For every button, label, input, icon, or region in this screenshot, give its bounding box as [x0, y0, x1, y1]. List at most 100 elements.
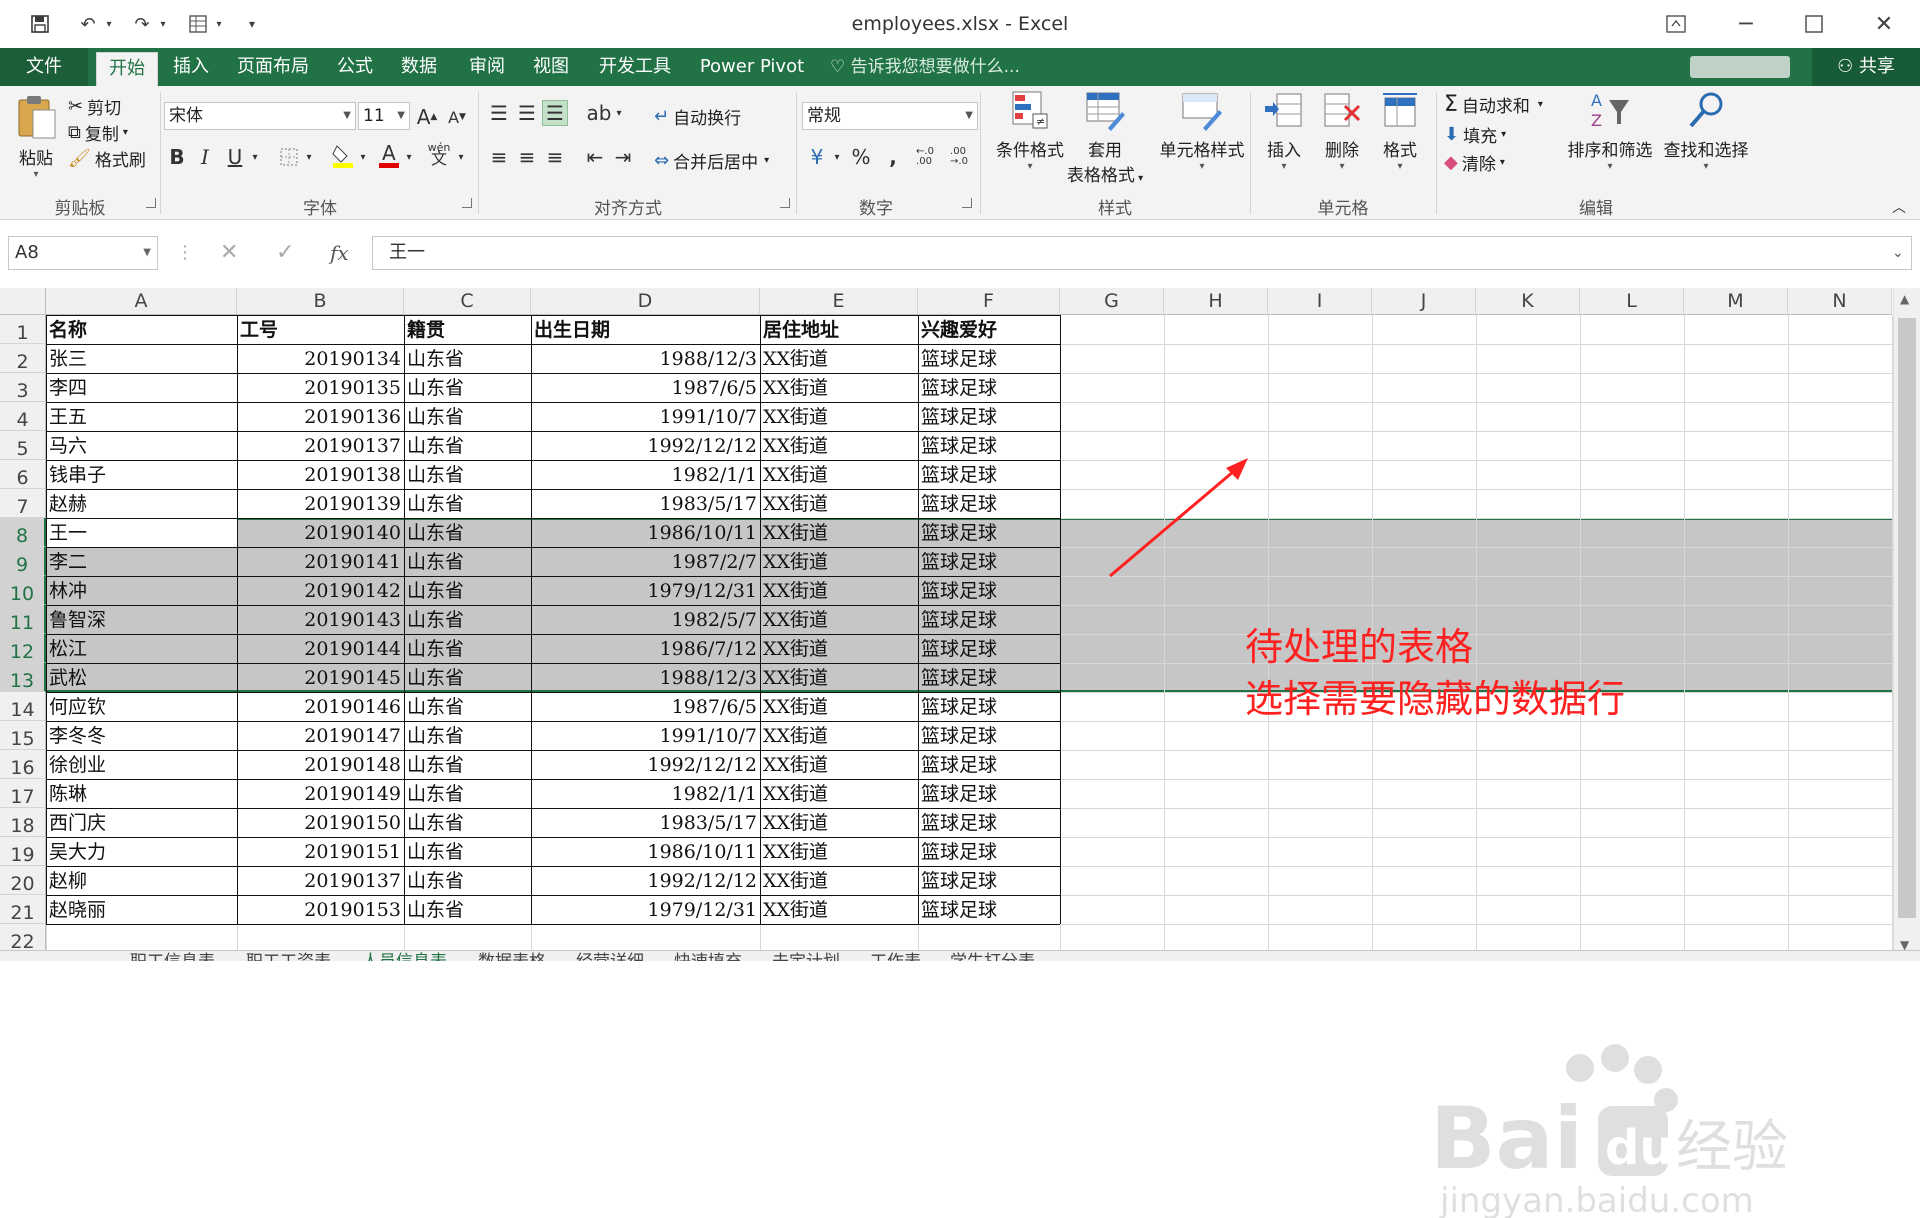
row-header-16[interactable]: 16 [0, 750, 46, 779]
table-cell[interactable]: 篮球足球 [918, 489, 1060, 518]
table-cell[interactable]: 1979/12/31 [531, 895, 760, 924]
table-cell[interactable]: 山东省 [404, 431, 531, 460]
fill-color-icon[interactable] [330, 142, 356, 168]
tab-page-layout[interactable]: 页面布局 [230, 48, 316, 86]
table-cell[interactable]: 20190143 [237, 605, 404, 634]
sort-filter-button[interactable]: AZ 排序和筛选 ▾ [1562, 90, 1658, 172]
column-header-n[interactable]: N [1788, 288, 1892, 315]
table-cell[interactable]: 山东省 [404, 547, 531, 576]
scroll-up-icon[interactable]: ▲ [1900, 292, 1909, 306]
alignment-launcher-icon[interactable] [780, 198, 790, 208]
table-cell[interactable]: 篮球足球 [918, 460, 1060, 489]
font-color-dropdown-icon[interactable]: ▾ [402, 144, 416, 170]
clear-button[interactable]: ◆ 清除 ▾ [1444, 150, 1505, 175]
table-cell[interactable]: 1979/12/31 [531, 576, 760, 605]
row-header-3[interactable]: 3 [0, 373, 46, 402]
table-cell[interactable]: 篮球足球 [918, 431, 1060, 460]
row-header-1[interactable]: 1 [0, 315, 46, 344]
tab-home[interactable]: 开始 [96, 52, 158, 86]
table-cell[interactable]: 1991/10/7 [531, 402, 760, 431]
table-cell[interactable]: 李四 [46, 373, 237, 402]
increase-decimal-icon[interactable]: ←.0.00 [912, 144, 938, 170]
row-header-17[interactable]: 17 [0, 779, 46, 808]
table-cell[interactable]: 徐创业 [46, 750, 237, 779]
table-cell[interactable]: 20190137 [237, 866, 404, 895]
table-cell[interactable]: 1988/12/3 [531, 344, 760, 373]
currency-dropdown-icon[interactable]: ▾ [830, 144, 844, 170]
table-cell[interactable]: 20190139 [237, 489, 404, 518]
table-cell[interactable]: 1987/6/5 [531, 373, 760, 402]
table-cell[interactable]: XX街道 [760, 866, 918, 895]
table-cell[interactable]: XX街道 [760, 373, 918, 402]
table-cell[interactable]: 1992/12/12 [531, 431, 760, 460]
table-cell[interactable]: XX街道 [760, 460, 918, 489]
table-cell[interactable]: 1992/12/12 [531, 750, 760, 779]
row-header-21[interactable]: 21 [0, 895, 46, 924]
decrease-font-icon[interactable]: A ▼ [444, 104, 470, 130]
percent-button[interactable]: % [848, 144, 874, 170]
table-cell[interactable]: 1988/12/3 [531, 663, 760, 692]
increase-indent-icon[interactable]: ⇥ [610, 144, 636, 170]
currency-icon[interactable]: ¥ [804, 144, 830, 170]
tell-me-search[interactable]: ♡ 告诉我您想要做什么... [830, 48, 1020, 86]
border-icon[interactable] [276, 144, 302, 170]
table-header-cell[interactable]: 名称 [46, 315, 237, 344]
format-cells-button[interactable]: 格式 ▾ [1372, 90, 1428, 172]
tab-data[interactable]: 数据 [394, 48, 444, 86]
share-button[interactable]: ⚇ 共享 [1812, 48, 1920, 86]
number-format-select[interactable]: 常规 ▼ [802, 102, 978, 130]
table-cell[interactable]: 篮球足球 [918, 547, 1060, 576]
table-cell[interactable]: 赵柳 [46, 866, 237, 895]
table-cell[interactable]: 钱串子 [46, 460, 237, 489]
tab-developer[interactable]: 开发工具 [592, 48, 678, 86]
row-header-11[interactable]: 11 [0, 605, 46, 634]
row-header-10[interactable]: 10 [0, 576, 46, 605]
table-cell[interactable]: 1983/5/17 [531, 489, 760, 518]
row-header-6[interactable]: 6 [0, 460, 46, 489]
table-cell[interactable]: 山东省 [404, 750, 531, 779]
table-cell[interactable]: 1987/6/5 [531, 692, 760, 721]
row-header-5[interactable]: 5 [0, 431, 46, 460]
number-launcher-icon[interactable] [962, 198, 972, 208]
formula-input[interactable]: 王一 [372, 236, 1912, 270]
table-cell[interactable]: 1982/1/1 [531, 460, 760, 489]
table-cell[interactable]: 篮球足球 [918, 750, 1060, 779]
column-header-d[interactable]: D [531, 288, 760, 315]
italic-button[interactable]: I [192, 144, 218, 170]
table-cell[interactable]: 山东省 [404, 895, 531, 924]
decrease-indent-icon[interactable]: ⇤ [582, 144, 608, 170]
table-header-cell[interactable]: 工号 [237, 315, 404, 344]
maximize-icon[interactable] [1794, 8, 1834, 40]
copy-button[interactable]: ⧉ 复制 ▾ [68, 120, 128, 145]
table-cell[interactable]: XX街道 [760, 663, 918, 692]
table-cell[interactable]: 张三 [46, 344, 237, 373]
table-cell[interactable]: 20190141 [237, 547, 404, 576]
column-header-g[interactable]: G [1060, 288, 1164, 315]
table-cell[interactable]: 何应钦 [46, 692, 237, 721]
table-cell[interactable]: 山东省 [404, 344, 531, 373]
wrap-text-button[interactable]: ↵ 自动换行 [654, 104, 741, 129]
table-cell[interactable]: 20190136 [237, 402, 404, 431]
table-cell[interactable]: 山东省 [404, 402, 531, 431]
table-cell[interactable]: XX街道 [760, 779, 918, 808]
table-cell[interactable]: 李二 [46, 547, 237, 576]
table-cell[interactable]: XX街道 [760, 895, 918, 924]
table-cell[interactable]: 山东省 [404, 518, 531, 547]
table-cell[interactable]: XX街道 [760, 721, 918, 750]
row-header-2[interactable]: 2 [0, 344, 46, 373]
table-cell[interactable]: 李冬冬 [46, 721, 237, 750]
table-cell[interactable]: XX街道 [760, 344, 918, 373]
decrease-decimal-icon[interactable]: .00 →.0 [946, 144, 972, 170]
cell-styles-button[interactable]: 单元格样式 ▾ [1150, 90, 1254, 172]
table-cell[interactable]: 西门庆 [46, 808, 237, 837]
table-cell[interactable]: 1986/10/11 [531, 837, 760, 866]
fill-color-dropdown-icon[interactable]: ▾ [356, 144, 370, 170]
table-cell[interactable]: 篮球足球 [918, 663, 1060, 692]
table-cell[interactable]: 篮球足球 [918, 518, 1060, 547]
table-cell[interactable]: XX街道 [760, 750, 918, 779]
row-header-18[interactable]: 18 [0, 808, 46, 837]
table-cell[interactable]: 篮球足球 [918, 837, 1060, 866]
table-cell[interactable]: 山东省 [404, 634, 531, 663]
table-cell[interactable]: 20190142 [237, 576, 404, 605]
scroll-thumb[interactable] [1898, 318, 1916, 918]
